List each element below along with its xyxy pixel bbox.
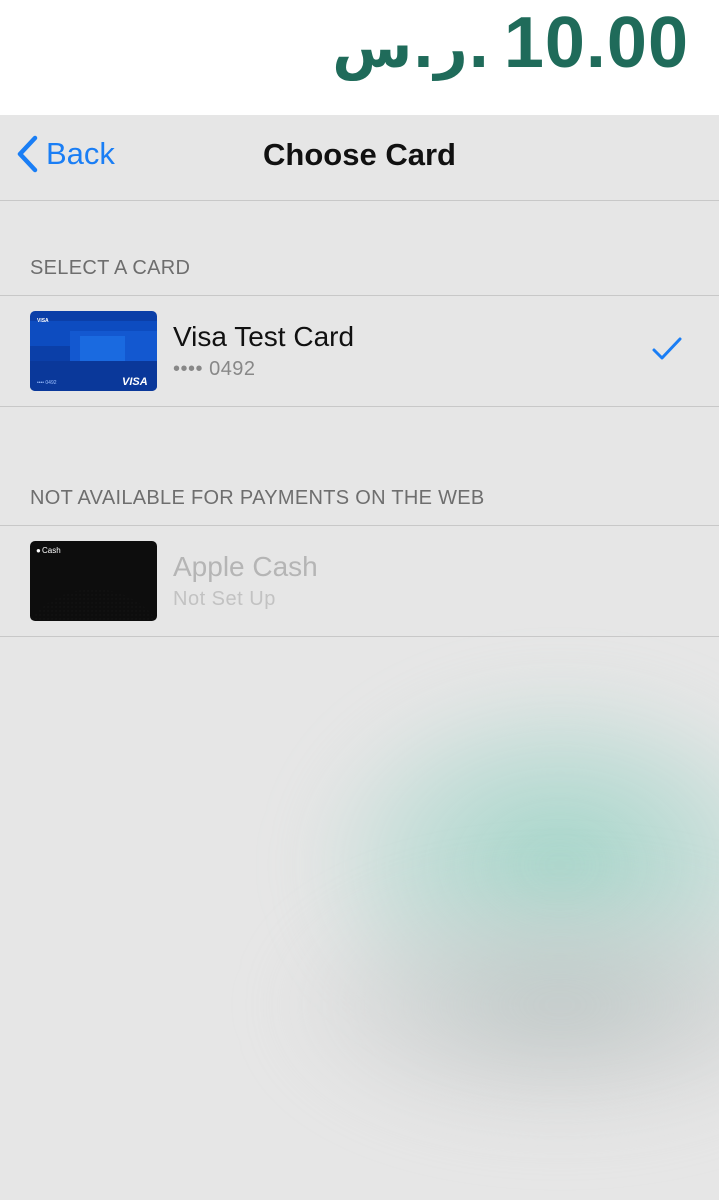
checkmark-icon	[651, 336, 683, 367]
visa-card-thumbnail: VISA •••• 0492 VISA	[30, 311, 157, 391]
apple-cash-thumb-label: Cash	[42, 546, 61, 555]
svg-text:•••• 0492: •••• 0492	[37, 380, 57, 386]
card-number: •••• 0492	[173, 358, 256, 380]
amount-header: ر.س. 10.00	[0, 0, 719, 115]
card-name: Apple Cash	[173, 551, 318, 582]
choose-card-sheet: Back Choose Card SELECT A CARD VISA ••••…	[0, 115, 719, 1200]
card-row-apple-cash: ● Cash Apple Cash Not Set Up	[0, 525, 719, 637]
apple-cash-card-thumbnail: ● Cash	[30, 541, 157, 621]
section-header-select-card: SELECT A CARD	[30, 257, 191, 279]
payment-sheet-page: ر.س. 10.00 Back Choose Card SELECT A CAR…	[0, 0, 719, 1200]
section-header-not-available: NOT AVAILABLE FOR PAYMENTS ON THE WEB	[30, 487, 485, 509]
card-status: Not Set Up	[173, 588, 276, 610]
amount-currency: ر.س.	[332, 13, 490, 81]
card-name: Visa Test Card	[173, 321, 355, 352]
svg-text:●: ●	[36, 546, 41, 555]
svg-text:VISA: VISA	[122, 376, 148, 388]
svg-text:VISA: VISA	[37, 318, 49, 324]
page-title: Choose Card	[263, 137, 456, 172]
payment-amount: ر.س. 10.00	[332, 2, 689, 84]
amount-value: 10.00	[503, 3, 689, 83]
card-row-visa[interactable]: VISA •••• 0492 VISA Visa Test Card •••• …	[0, 295, 719, 407]
navigation-bar: Back Choose Card	[0, 115, 719, 201]
